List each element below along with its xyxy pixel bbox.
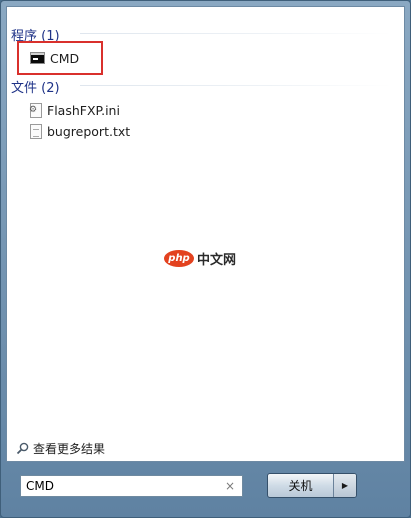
result-item-label: bugreport.txt [47, 123, 131, 139]
result-item-cmd[interactable]: CMD [30, 48, 79, 68]
chevron-right-icon: ▶ [341, 481, 349, 490]
shutdown-button[interactable]: 关机 [268, 474, 334, 497]
text-file-icon [30, 123, 42, 139]
watermark: php 中文网 [164, 249, 236, 268]
see-more-label: 查看更多结果 [33, 441, 106, 456]
shutdown-options-button[interactable]: ▶ [334, 474, 356, 497]
result-item-label: CMD [50, 50, 80, 66]
cmd-icon [30, 52, 45, 64]
result-item-flashfxp-ini[interactable]: FlashFXP.ini [29, 100, 120, 120]
watermark-logo: php [164, 250, 194, 267]
shutdown-button-group: 关机 ▶ [267, 473, 357, 498]
see-more-results-link[interactable]: 查看更多结果 [16, 440, 105, 456]
search-box: × [20, 475, 243, 497]
files-group-divider [80, 85, 392, 86]
files-group-header: 文件 (2) [11, 81, 60, 96]
watermark-text: 中文网 [197, 253, 237, 268]
result-item-bugreport-txt[interactable]: bugreport.txt [30, 121, 130, 141]
programs-group-divider [80, 33, 392, 34]
search-icon [16, 442, 29, 454]
clear-icon[interactable]: × [225, 479, 235, 493]
search-input[interactable] [21, 479, 216, 493]
result-item-label: FlashFXP.ini [47, 102, 120, 118]
ini-file-icon [29, 102, 42, 118]
